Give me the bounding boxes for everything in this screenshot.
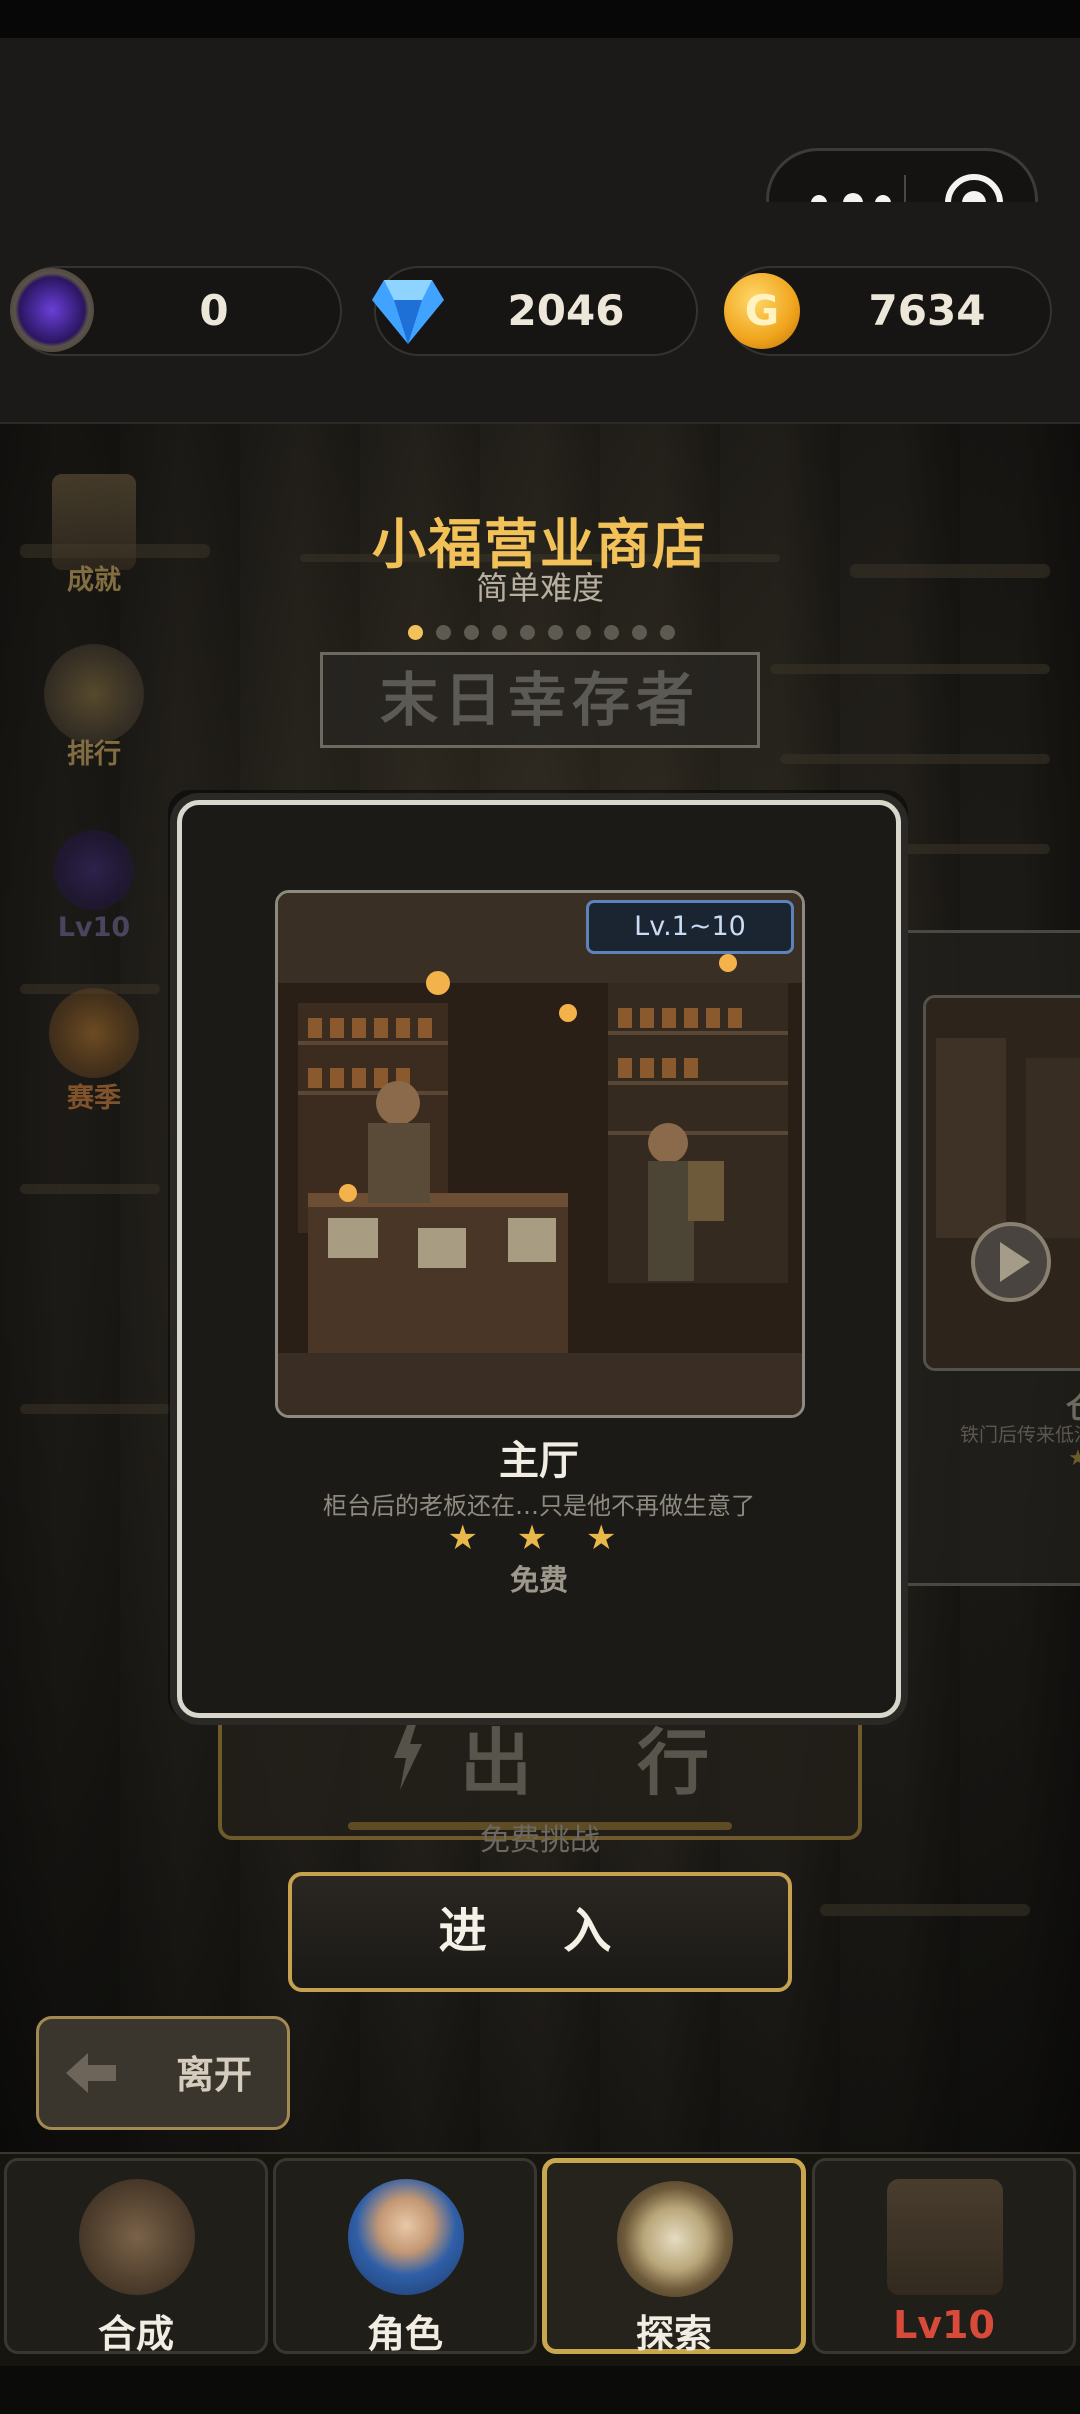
enter-button[interactable]: 进 入 [288, 1872, 792, 1992]
tab-craft-label: 合成 [97, 2312, 174, 2356]
star-badge-icon [49, 988, 139, 1078]
page-dot[interactable] [492, 625, 507, 640]
next-room-description: 铁门后传来低沉 [960, 1424, 1080, 1446]
page-dot[interactable] [576, 625, 591, 640]
tab-locked-label: Lv10 [893, 2303, 995, 2347]
page-dot[interactable] [632, 625, 647, 640]
ranking-button[interactable]: 排行 [38, 644, 150, 771]
lightning-icon [394, 1718, 422, 1790]
page-dot[interactable] [464, 625, 479, 640]
level-range-badge: Lv.1~10 [586, 900, 794, 954]
tab-craft[interactable]: 合成 [4, 2158, 268, 2356]
compass-icon [617, 2181, 733, 2297]
season-button[interactable]: 赛季 [38, 988, 150, 1115]
page-dot[interactable] [548, 625, 563, 640]
level-portal-button[interactable]: Lv10 [38, 830, 150, 943]
room-description: 柜台后的老板还在…只是他不再做生意了 [323, 1492, 755, 1520]
page-dot[interactable] [660, 625, 675, 640]
room-price: 免费 [509, 1563, 568, 1597]
ranking-label: 排行 [67, 739, 121, 770]
leave-label: 离开 [176, 2053, 253, 2097]
gold-value: 7634 [868, 286, 986, 335]
purple-gem-value: 0 [199, 286, 229, 335]
page-dot[interactable] [408, 625, 423, 640]
portal-icon [54, 830, 134, 910]
tab-character-label: 角色 [366, 2312, 443, 2356]
difficulty-label: 简单难度 [475, 569, 604, 607]
tab-character[interactable]: 角色 [273, 2158, 537, 2356]
room-image [275, 890, 805, 1418]
free-challenge-label: 免费挑战 [480, 1823, 600, 1858]
room-name: 主厅 [499, 1438, 579, 1484]
next-room-stars: ★ [1068, 1446, 1080, 1471]
tab-explore[interactable]: 探索 [542, 2158, 806, 2356]
gold-coin-icon: G [724, 273, 800, 349]
diamond-value: 2046 [507, 286, 625, 335]
back-arrow-icon [66, 2053, 116, 2093]
tab-locked-shop[interactable]: Lv10 [812, 2158, 1076, 2354]
crafting-tools-icon [79, 2179, 195, 2295]
trophy-icon [44, 644, 144, 744]
diamond-icon [372, 280, 444, 344]
locked-shop-icon [887, 2179, 1003, 2295]
character-avatar-icon [348, 2179, 464, 2295]
page-dot[interactable] [604, 625, 619, 640]
room-stars: ★ ★ ★ [447, 1518, 631, 1558]
tab-explore-label: 探索 [635, 2312, 712, 2356]
page-dot[interactable] [520, 625, 535, 640]
system-bottom-bar [0, 2366, 1080, 2414]
page-dot[interactable] [436, 625, 451, 640]
status-bar [0, 0, 1080, 38]
season-label: 赛季 [67, 1083, 121, 1114]
level-portal-label: Lv10 [57, 912, 131, 943]
scene-title: 末日幸存者 [320, 652, 760, 748]
purple-gem-icon [10, 268, 94, 352]
next-room-image [923, 995, 1080, 1371]
